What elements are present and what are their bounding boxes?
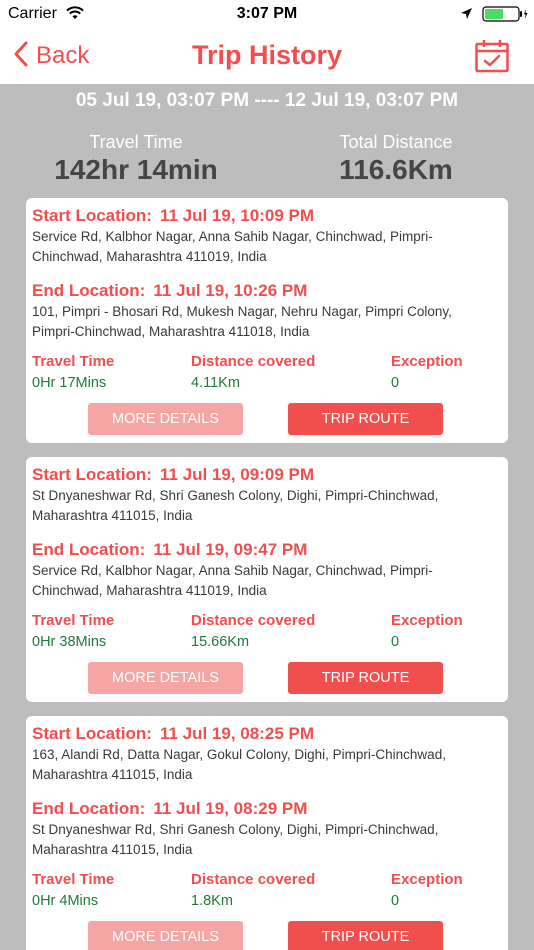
travel-time-value: 0Hr 17Mins (32, 375, 107, 391)
exception-value: 0 (391, 375, 400, 391)
start-time: 11 Jul 19, 10:09 PM (159, 206, 314, 225)
start-location-label: Start Location: (32, 465, 152, 484)
nav-bar: Back Trip History (0, 30, 534, 84)
distance-covered-label: Distance covered (191, 612, 316, 629)
total-distance-summary-value: 116.6Km (339, 154, 453, 185)
exception-value: 0 (391, 634, 400, 650)
end-time: 11 Jul 19, 10:26 PM (153, 281, 308, 300)
trip-card: Start Location: 11 Jul 19, 08:25 PM 163, … (26, 716, 508, 950)
status-time: 3:07 PM (236, 5, 298, 22)
start-location-label: Start Location: (32, 206, 152, 225)
distance-value: 1.8Km (191, 893, 233, 909)
more-details-button[interactable]: MORE DETAILS (88, 403, 243, 435)
battery-icon (482, 6, 528, 27)
end-location-heading: End Location: 11 Jul 19, 10:26 PM (32, 281, 307, 301)
travel-time-value: 0Hr 4Mins (32, 893, 99, 909)
start-time: 11 Jul 19, 09:09 PM (159, 465, 314, 484)
exception-value: 0 (391, 893, 400, 909)
end-address: 101, Pimpri - Bhosari Rd, Mukesh Nagar, … (32, 304, 452, 339)
travel-time-value: 0Hr 38Mins (32, 634, 107, 650)
start-address: Service Rd, Kalbhor Nagar, Anna Sahib Na… (32, 229, 433, 264)
start-location-heading: Start Location: 11 Jul 19, 09:09 PM (32, 465, 314, 485)
more-details-button[interactable]: MORE DETAILS (88, 662, 243, 694)
start-address: St Dnyaneshwar Rd, Shri Ganesh Colony, D… (32, 488, 439, 523)
total-distance-summary: Total Distance 116.6Km (286, 132, 506, 186)
end-location-label: End Location: (32, 799, 146, 818)
travel-time-summary: Travel Time 142hr 14min (26, 132, 246, 186)
travel-time-label: Travel Time (32, 871, 115, 888)
calendar-button[interactable] (474, 38, 510, 79)
distance-value: 15.66Km (191, 634, 250, 650)
travel-time-summary-label: Travel Time (89, 132, 183, 152)
trip-route-button[interactable]: TRIP ROUTE (288, 662, 443, 694)
start-time: 11 Jul 19, 08:25 PM (159, 724, 314, 743)
start-location-label: Start Location: (32, 724, 152, 743)
trip-route-button[interactable]: TRIP ROUTE (288, 921, 443, 950)
trip-card: Start Location: 11 Jul 19, 09:09 PM St Dn… (26, 457, 508, 702)
back-label: Back (36, 42, 90, 69)
trip-card: Start Location: 11 Jul 19, 10:09 PM Servi… (26, 198, 508, 443)
exception-label: Exception (391, 353, 463, 370)
end-address: Service Rd, Kalbhor Nagar, Anna Sahib Na… (32, 563, 433, 598)
status-bar: Carrier 3:07 PM (0, 0, 534, 30)
distance-covered-label: Distance covered (191, 871, 316, 888)
distance-covered-label: Distance covered (191, 353, 316, 370)
start-location-heading: Start Location: 11 Jul 19, 08:25 PM (32, 724, 314, 744)
end-address: St Dnyaneshwar Rd, Shri Ganesh Colony, D… (32, 822, 439, 857)
location-arrow-icon (460, 7, 473, 25)
end-time: 11 Jul 19, 09:47 PM (153, 540, 308, 559)
end-location-label: End Location: (32, 281, 146, 300)
trip-route-button[interactable]: TRIP ROUTE (288, 403, 443, 435)
exception-label: Exception (391, 871, 463, 888)
end-location-heading: End Location: 11 Jul 19, 08:29 PM (32, 799, 307, 819)
end-time: 11 Jul 19, 08:29 PM (153, 799, 308, 818)
travel-time-summary-value: 142hr 14min (54, 154, 218, 185)
chevron-left-icon (14, 41, 28, 72)
back-button[interactable]: Back (14, 39, 89, 73)
end-location-label: End Location: (32, 540, 146, 559)
total-distance-summary-label: Total Distance (339, 132, 453, 152)
date-range: 05 Jul 19, 03:07 PM ---- 12 Jul 19, 03:0… (75, 90, 459, 111)
start-location-heading: Start Location: 11 Jul 19, 10:09 PM (32, 206, 314, 226)
more-details-button[interactable]: MORE DETAILS (88, 921, 243, 950)
travel-time-label: Travel Time (32, 612, 115, 629)
calendar-check-icon (474, 40, 510, 78)
distance-value: 4.11Km (191, 375, 240, 391)
end-location-heading: End Location: 11 Jul 19, 09:47 PM (32, 540, 307, 560)
exception-label: Exception (391, 612, 463, 629)
travel-time-label: Travel Time (32, 353, 115, 370)
start-address: 163, Alandi Rd, Datta Nagar, Gokul Colon… (32, 747, 446, 782)
